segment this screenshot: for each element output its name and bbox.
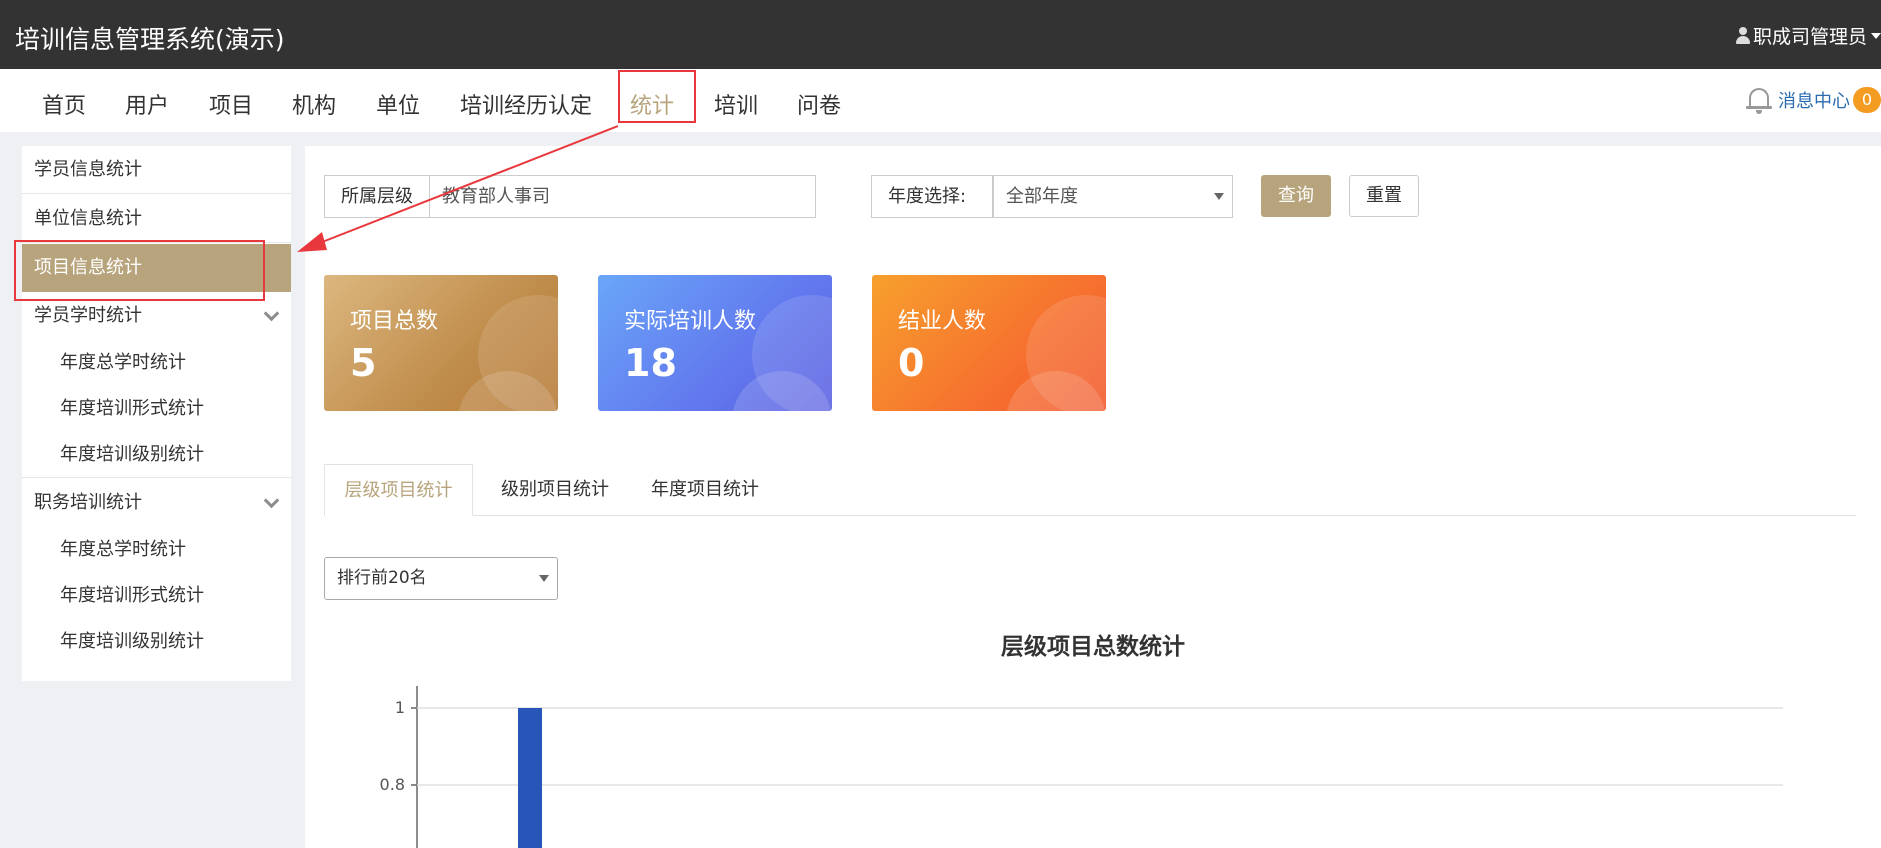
arrow-line	[311, 125, 619, 247]
annotation-arrow	[297, 125, 619, 252]
arrow-head	[297, 232, 327, 252]
